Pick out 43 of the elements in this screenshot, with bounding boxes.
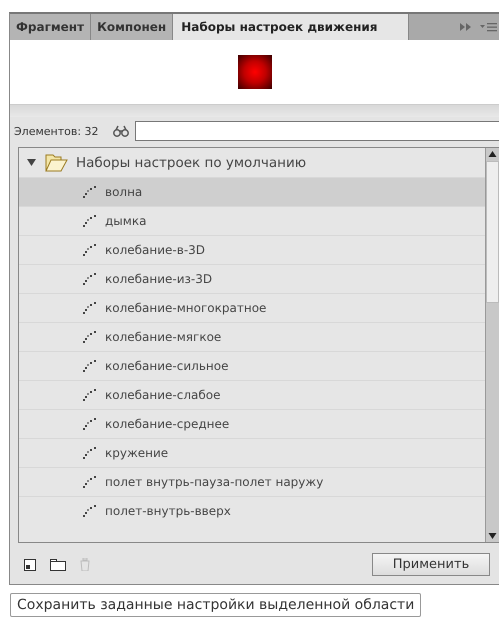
search-field[interactable] [134,121,499,141]
preset-item[interactable]: кружение [19,438,485,467]
motion-path-icon [83,476,97,488]
folder-icon [44,152,68,172]
motion-path-icon [83,418,97,430]
preset-item[interactable]: колебание-среднее [19,409,485,438]
preset-item[interactable]: полет-внутрь-вверх [19,496,485,525]
panel-tab[interactable]: Фрагмент [10,14,92,40]
motion-path-icon [83,447,97,459]
preset-item[interactable]: колебание-мягкое [19,322,485,351]
scrollbar[interactable] [485,148,499,542]
preset-item[interactable]: колебание-из-3D [19,264,485,293]
folder-icon[interactable] [50,558,66,570]
panel-tab[interactable]: Компонен [91,14,174,40]
motion-path-icon [83,244,97,256]
motion-path-icon [83,505,97,517]
preset-item[interactable]: волна [19,177,485,206]
motion-path-icon [83,331,97,343]
scroll-thumb[interactable] [486,161,499,303]
expand-triangle-icon[interactable] [27,158,36,166]
expand-icon[interactable] [460,23,472,31]
tooltip: Сохранить заданные настройки выделенной области [10,593,422,617]
preset-item[interactable]: дымка [19,206,485,235]
tree-folder[interactable]: Наборы настроек по умолчанию [19,148,485,177]
preset-item[interactable]: колебание-многократное [19,293,485,322]
new-preset-icon[interactable] [24,558,36,570]
menu-icon[interactable] [480,22,498,32]
motion-path-icon [83,273,97,285]
folder-label: Наборы настроек по умолчанию [76,154,306,170]
motion-path-icon [83,215,97,227]
preset-item[interactable]: полет внутрь-пауза-полет наружу [19,467,485,496]
preset-item[interactable]: колебание-сильное [19,351,485,380]
preset-item[interactable]: колебание-в-3D [19,235,485,264]
apply-button[interactable]: Применить [372,553,490,576]
motion-path-icon [83,389,97,401]
motion-path-icon [83,302,97,314]
preset-item[interactable]: колебание-слабое [19,380,485,409]
preview-square [238,55,272,89]
binoculars-icon [112,125,129,137]
motion-path-icon [83,186,97,198]
item-count: Элементов: 32 [14,124,99,138]
motion-path-icon [83,360,97,372]
panel-tab[interactable]: Наборы настроек движения [173,14,408,40]
